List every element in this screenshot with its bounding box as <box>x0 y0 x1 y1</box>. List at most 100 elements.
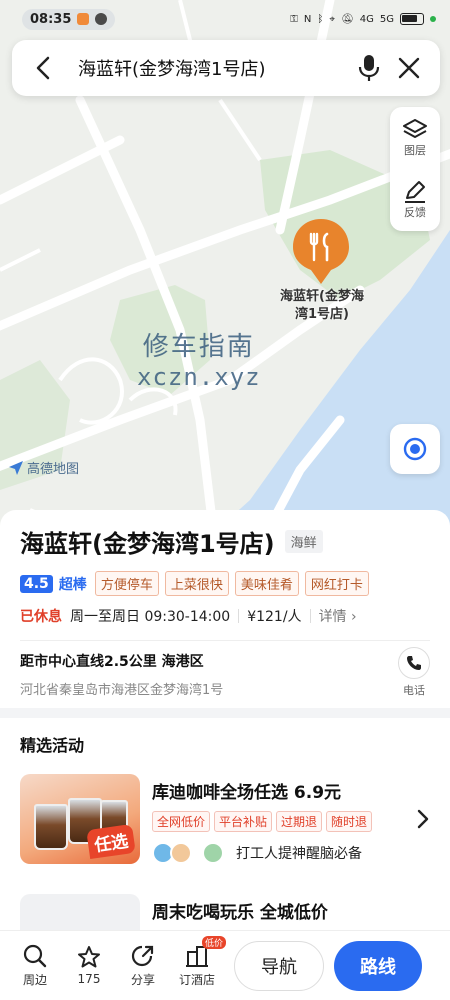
search-icon <box>23 944 47 967</box>
phone-icon-wrap <box>398 647 430 679</box>
edit-icon <box>405 181 425 203</box>
address-row: 距市中心直线2.5公里 海港区 河北省秦皇岛市海港区金梦海湾1号 电话 <box>20 647 430 698</box>
feature-tag: 美味佳肴 <box>234 571 299 596</box>
route-button[interactable]: 路线 <box>334 940 422 991</box>
layers-label: 图层 <box>404 144 426 157</box>
activity-tag: 随时退 <box>326 811 373 832</box>
favorite-button[interactable]: 175 <box>62 945 116 986</box>
privacy-dot <box>430 16 436 22</box>
hotel-label: 订酒店 <box>178 972 215 987</box>
navigate-button[interactable]: 导航 <box>234 940 324 991</box>
poi-marker-label: 海蓝轩(金梦海 湾1号店) <box>262 288 382 324</box>
activity-title: 周末吃喝玩乐 全城低价 <box>152 903 328 923</box>
poi-info-panel: 海蓝轩(金梦海湾1号店) 海鲜 4.5 超棒 方便停车 上菜很快 美味佳肴 网红… <box>0 510 450 708</box>
chevron-right-icon[interactable] <box>416 808 430 830</box>
activity-title: 库迪咖啡全场任选 6.9元 <box>152 783 342 803</box>
nfc-icon: N <box>303 13 312 25</box>
location-icon: ⌖ <box>329 13 336 25</box>
address-text: 河北省秦皇岛市海港区金梦海湾1号 <box>20 683 224 698</box>
close-button[interactable] <box>392 51 426 85</box>
activities-section: 精选活动 任选 库迪咖啡全场任选 6.9元 全网低价 平台补贴 过期退 随时退 … <box>0 718 450 930</box>
app-notification-icon <box>77 13 90 25</box>
bluetooth-icon: ᛒ <box>317 13 324 25</box>
activity-body: 库迪咖啡全场任选 6.9元 全网低价 平台补贴 过期退 随时退 打工人提神醒脑必… <box>152 774 416 864</box>
status-bar: 08:35 ⚿ N ᛒ ⌖ 🔕︎ 4G 5G <box>0 0 450 38</box>
map-view[interactable]: 08:35 ⚿ N ᛒ ⌖ 🔕︎ 4G 5G 海蓝轩(金梦海湾1号店) 图层 反… <box>0 0 450 545</box>
share-icon <box>131 945 154 966</box>
voice-button[interactable] <box>352 51 386 85</box>
nearby-button[interactable]: 周边 <box>8 944 62 988</box>
open-status: 已休息 <box>20 609 62 625</box>
detail-link[interactable]: 详情 › <box>319 606 357 626</box>
star-icon <box>78 946 100 968</box>
bottom-action-bar: 周边 175 分享 低价 订酒店 导航 路线 <box>0 930 450 1000</box>
signal-1-label: 4G <box>359 13 374 25</box>
poi-marker-label-line2: 湾1号店) <box>295 307 349 322</box>
poi-category-tag: 海鲜 <box>284 530 323 553</box>
avatar <box>170 842 192 864</box>
divider <box>238 609 240 623</box>
rating-text: 超棒 <box>58 576 87 593</box>
amap-logo-icon <box>9 460 23 475</box>
activity-footer-text: 打工人提神醒脑必备 <box>236 846 362 862</box>
restaurant-pin-icon <box>293 219 349 284</box>
hotel-button[interactable]: 低价 订酒店 <box>170 935 226 988</box>
detail-label: 详情 <box>318 609 347 625</box>
activity-card[interactable]: 任选 库迪咖啡全场任选 6.9元 全网低价 平台补贴 过期退 随时退 打工人提神… <box>20 774 430 864</box>
activities-title: 精选活动 <box>20 736 85 755</box>
watermark-en: xczn.xyz <box>137 363 261 391</box>
feature-tag: 上菜很快 <box>164 571 229 596</box>
section-divider <box>20 640 430 641</box>
rating-score: 4.5 <box>20 574 53 593</box>
activity-tag: 平台补贴 <box>214 811 273 832</box>
poi-name: 海蓝轩(金梦海湾1号店) <box>20 530 275 558</box>
coffee-cup-icon <box>34 804 68 850</box>
poi-title-row: 海蓝轩(金梦海湾1号店) 海鲜 <box>20 524 430 559</box>
poi-marker[interactable] <box>292 218 350 290</box>
microphone-icon <box>358 55 380 81</box>
activity-tags: 全网低价 平台补贴 过期退 随时退 <box>152 811 416 832</box>
locate-icon <box>403 437 427 461</box>
poi-marker-label-line1: 海蓝轩(金梦海 <box>280 289 364 304</box>
search-title[interactable]: 海蓝轩(金梦海湾1号店) <box>78 55 352 81</box>
divider <box>309 609 311 623</box>
share-button[interactable]: 分享 <box>116 944 170 988</box>
status-icons: ⚿ N ᛒ ⌖ 🔕︎ 4G 5G <box>290 13 436 25</box>
price-per-person: ¥121/人 <box>247 609 302 625</box>
business-hours: 周一至周日 09:30-14:00 <box>70 609 231 625</box>
amap-logo-text: 高德地图 <box>27 462 80 477</box>
layers-button[interactable]: 图层 <box>402 107 428 169</box>
feedback-button[interactable]: 反馈 <box>402 169 428 231</box>
watermark-cn: 修车指南 <box>142 332 255 362</box>
low-price-badge: 低价 <box>201 935 226 949</box>
activity-badge: 任选 <box>86 823 136 860</box>
rating-row[interactable]: 4.5 超棒 方便停车 上菜很快 美味佳肴 网红打卡 <box>20 571 430 596</box>
map-side-tools: 图层 反馈 <box>390 107 440 231</box>
amap-logo: 高德地图 <box>8 458 79 477</box>
phone-label: 电话 <box>403 684 425 697</box>
favorite-count: 175 <box>77 972 101 986</box>
distance-text: 距市中心直线2.5公里 海港区 <box>20 654 204 670</box>
back-button[interactable] <box>26 51 60 85</box>
locate-button[interactable] <box>390 424 440 474</box>
activity-card[interactable]: 周末吃喝玩乐 全城低价 <box>20 894 430 930</box>
battery-icon <box>400 13 424 25</box>
key-icon: ⚿ <box>290 13 298 25</box>
layers-icon <box>403 119 427 138</box>
search-bar: 海蓝轩(金梦海湾1号店) <box>12 40 440 96</box>
hours-row[interactable]: 已休息 周一至周日 09:30-14:00 ¥121/人 详情 › <box>20 606 430 626</box>
phone-button[interactable]: 电话 <box>398 647 430 698</box>
chevron-right-icon: › <box>351 609 357 625</box>
activity-tag: 过期退 <box>276 811 323 832</box>
mute-icon: 🔕︎ <box>341 13 354 25</box>
activity-body: 周末吃喝玩乐 全城低价 <box>152 894 430 930</box>
avatar <box>202 842 224 864</box>
activity-tag: 全网低价 <box>152 811 211 832</box>
address-block[interactable]: 距市中心直线2.5公里 海港区 河北省秦皇岛市海港区金梦海湾1号 <box>20 651 223 698</box>
close-icon <box>398 57 420 79</box>
time-pill: 08:35 <box>22 8 116 30</box>
nearby-label: 周边 <box>22 972 47 987</box>
watermark: 修车指南 xczn.xyz <box>137 326 261 391</box>
feedback-label: 反馈 <box>404 206 426 219</box>
back-arrow-icon <box>36 56 50 80</box>
